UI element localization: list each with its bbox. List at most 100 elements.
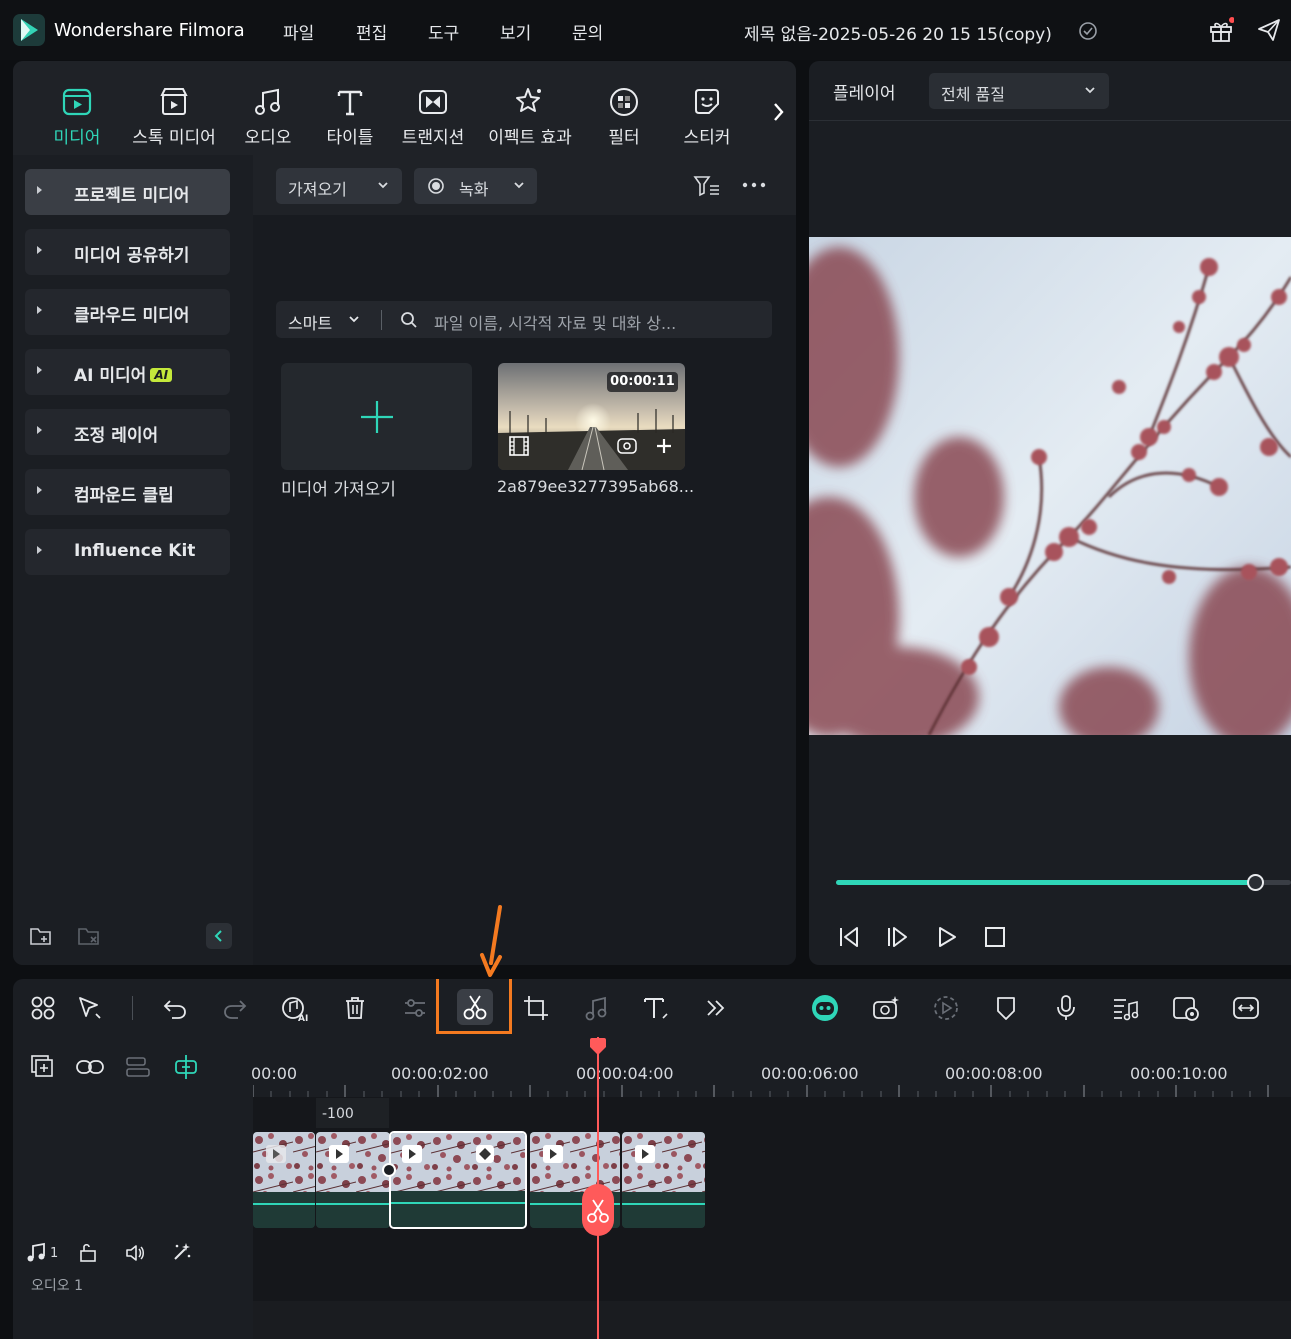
menu-edit[interactable]: 편집	[356, 19, 387, 44]
timeline-clip[interactable]	[253, 1132, 315, 1228]
stop-icon[interactable]	[983, 925, 1007, 949]
playhead-handle[interactable]	[589, 1038, 607, 1056]
playhead-split-button[interactable]	[582, 1184, 614, 1236]
menu-file[interactable]: 파일	[283, 19, 314, 44]
speaker-volume-icon[interactable]	[124, 1242, 146, 1264]
tab-media-label: 미디어	[53, 128, 101, 148]
ruler-ticks	[253, 1085, 1269, 1097]
tab-stock-media[interactable]: 스톡 미디어	[124, 85, 224, 155]
chevron-down-icon	[349, 316, 359, 323]
timeline-clip[interactable]	[316, 1132, 390, 1228]
link-clips-icon[interactable]	[75, 1055, 105, 1079]
audio-mixer-icon[interactable]	[1111, 993, 1141, 1023]
gift-icon[interactable]	[1208, 17, 1234, 43]
nav-influence-kit[interactable]: Influence Kit	[25, 529, 230, 575]
effect-sparkle-icon	[513, 85, 547, 119]
scissors-icon	[587, 1199, 609, 1223]
audio-track-number: 1	[50, 1246, 59, 1261]
tab-stickers[interactable]: 스티커	[673, 85, 741, 155]
add-track-icon[interactable]	[29, 1053, 55, 1079]
delete-trash-icon[interactable]	[340, 993, 370, 1023]
collapse-panel-button[interactable]	[206, 923, 232, 949]
audio-edit-icon[interactable]	[581, 993, 611, 1023]
send-feedback-icon[interactable]	[1256, 17, 1282, 43]
nav-project-media[interactable]: 프로젝트 미디어	[25, 169, 230, 215]
marker-shield-icon[interactable]	[991, 993, 1021, 1023]
record-dropdown[interactable]: 녹화	[414, 168, 537, 204]
undo-icon[interactable]	[160, 993, 190, 1023]
timeline-clip[interactable]	[622, 1132, 705, 1228]
record-icon	[428, 178, 444, 194]
delete-folder-icon[interactable]	[77, 925, 101, 947]
import-media-label: 미디어 가져오기	[281, 480, 396, 500]
player-panel: 플레이어 전체 품질	[809, 61, 1291, 965]
smart-filter-dropdown[interactable]: 스마트	[288, 310, 332, 334]
import-dropdown[interactable]: 가져오기	[276, 168, 402, 204]
video-preview[interactable]	[809, 237, 1291, 735]
ai-audio-icon[interactable]: AI	[280, 993, 310, 1023]
empty-track-row	[253, 1301, 1291, 1339]
nav-cloud-media[interactable]: 클라우드 미디어	[25, 289, 230, 335]
import-media-tile[interactable]	[281, 363, 472, 470]
tab-stickers-label: 스티커	[683, 128, 731, 148]
magnet-snap-icon[interactable]	[172, 1053, 200, 1081]
layout-grid-icon[interactable]	[28, 993, 58, 1023]
auto-motion-icon[interactable]	[931, 993, 961, 1023]
video-clip-icon	[266, 1145, 286, 1163]
menu-tools[interactable]: 도구	[428, 19, 459, 44]
next-frame-icon[interactable]	[886, 925, 912, 949]
filter-sort-icon[interactable]	[693, 174, 721, 198]
microphone-icon[interactable]	[1051, 993, 1081, 1023]
playback-progress-track[interactable]	[836, 874, 1291, 891]
svg-text:AI: AI	[298, 1014, 308, 1023]
nav-compound-clip[interactable]: 컴파운드 클립	[25, 469, 230, 515]
timeline-clip-selected[interactable]	[389, 1131, 527, 1229]
playback-scrubber-handle[interactable]	[1246, 874, 1264, 891]
transition-handle[interactable]	[382, 1163, 396, 1177]
tab-filters[interactable]: 필터	[594, 85, 654, 155]
video-clip-icon	[402, 1145, 422, 1163]
chevron-down-icon	[514, 182, 524, 189]
group-clips-icon[interactable]	[123, 1055, 151, 1079]
track-lock-icon[interactable]	[77, 1242, 99, 1264]
new-folder-icon[interactable]	[29, 925, 53, 947]
ai-video-icon[interactable]	[871, 993, 901, 1023]
tab-effects[interactable]: 이펙트 효과	[480, 85, 580, 155]
crop-icon[interactable]	[521, 993, 551, 1023]
select-pointer-icon[interactable]	[75, 993, 105, 1023]
nav-shared-media[interactable]: 미디어 공유하기	[25, 229, 230, 275]
split-button[interactable]	[457, 989, 493, 1025]
more-options-icon[interactable]	[741, 177, 767, 193]
nav-adjustment-layer[interactable]: 조정 레이어	[25, 409, 230, 455]
menu-view[interactable]: 보기	[500, 19, 531, 44]
tab-transitions-label: 트랜지션	[401, 128, 465, 148]
quality-dropdown[interactable]: 전체 품질	[929, 73, 1109, 109]
timeline-ruler[interactable]: 00:00 00:00:02:00 00:00:04:00 00:00:06:0…	[251, 1037, 1291, 1097]
playback-progress-fill	[836, 880, 1255, 885]
player-label: 플레이어	[833, 84, 896, 104]
audio-effect-wand-icon[interactable]	[171, 1241, 193, 1263]
nav-ai-media[interactable]: AI 미디어 AI	[25, 349, 230, 395]
search-input[interactable]: 파일 이름, 시각적 자료 및 대화 상...	[434, 310, 676, 334]
tab-titles[interactable]: 타이틀	[315, 85, 385, 155]
tab-transitions[interactable]: 트랜지션	[395, 85, 471, 155]
preview-render-icon[interactable]	[1171, 993, 1201, 1023]
ai-badge: AI	[150, 368, 173, 382]
ai-mate-icon[interactable]	[810, 993, 840, 1023]
tabs-scroll-right-icon[interactable]	[770, 101, 786, 123]
tab-media[interactable]: 미디어	[41, 85, 113, 155]
media-clip-thumbnail[interactable]: 00:00:11	[498, 363, 685, 470]
tab-audio[interactable]: 오디오	[235, 85, 301, 155]
text-tool-icon[interactable]	[641, 993, 671, 1023]
previous-frame-icon[interactable]	[837, 925, 863, 949]
redo-icon[interactable]	[220, 993, 250, 1023]
more-tools-icon[interactable]	[701, 993, 731, 1023]
stock-media-icon	[157, 85, 191, 119]
play-icon[interactable]	[935, 925, 959, 949]
fit-timeline-icon[interactable]	[1231, 993, 1261, 1023]
menu-help[interactable]: 문의	[572, 19, 603, 44]
adjust-sliders-icon[interactable]	[400, 993, 430, 1023]
title-bar: Wondershare Filmora 파일 편집 도구 보기 문의 제목 없음…	[0, 0, 1291, 60]
document-title: 제목 없음-2025-05-26 20 15 15(copy)	[744, 25, 1052, 45]
video-clip-icon	[329, 1145, 349, 1163]
